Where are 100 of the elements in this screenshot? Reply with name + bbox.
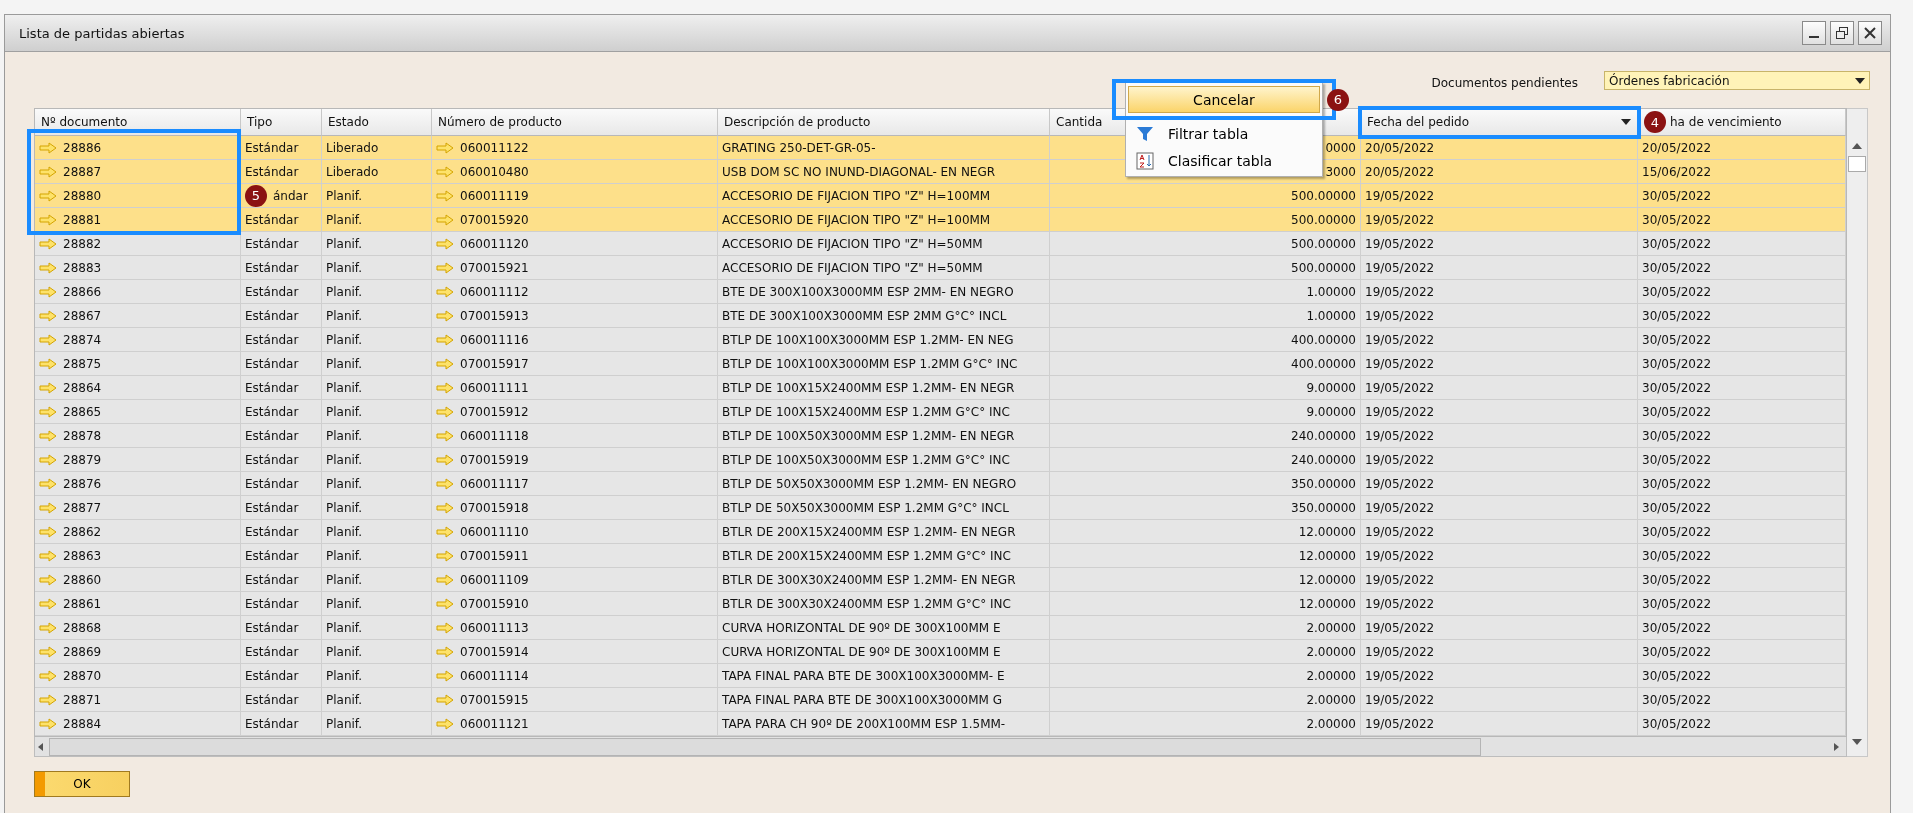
table-row[interactable]: 28884 Estándar Planif. 060011121 TAPA PARA CH 90º DE 200X100MM ESP 1.5MM- 2.00000 19/05/2022 30/05/2022 (35, 712, 1846, 736)
arrow-icon[interactable] (436, 477, 454, 490)
column-header[interactable]: Tipo (241, 109, 322, 136)
restore-button[interactable] (1830, 21, 1854, 45)
document-type-dropdown[interactable]: Órdenes fabricación (1604, 71, 1870, 90)
table-row[interactable]: 28871 Estándar Planif. 070015915 TAPA FINAL PARA BTE DE 300X100X3000MM G 2.00000 19/05/2022 30/05/2022 (35, 688, 1846, 712)
arrow-icon[interactable] (39, 285, 57, 298)
arrow-icon[interactable] (39, 213, 57, 226)
close-button[interactable] (1858, 21, 1882, 45)
field-label: Documentos pendientes (1431, 76, 1578, 90)
table-cell: 060011121 (432, 712, 718, 736)
arrow-icon[interactable] (436, 405, 454, 418)
arrow-icon[interactable] (436, 669, 454, 682)
arrow-icon[interactable] (436, 573, 454, 586)
table-row[interactable]: 28882 Estándar Planif. 060011120 ACCESORIO DE FIJACION TIPO "Z" H=50MM 500.00000 19/05/2022 30/05/2022 (35, 232, 1846, 256)
arrow-icon[interactable] (39, 357, 57, 370)
table-row[interactable]: 28877 Estándar Planif. 070015918 BTLP DE 50X50X3000MM ESP 1.2MM G°C° INCL 350.00000 19/05/2022 30/05/2022 (35, 496, 1846, 520)
arrow-icon[interactable] (39, 501, 57, 514)
arrow-icon[interactable] (39, 429, 57, 442)
table-cell: 30/05/2022 (1638, 712, 1846, 736)
scroll-thumb[interactable] (1848, 156, 1866, 172)
arrow-icon[interactable] (39, 141, 57, 154)
arrow-icon[interactable] (39, 525, 57, 538)
arrow-icon[interactable] (436, 285, 454, 298)
table-cell: 28884 (35, 712, 241, 736)
arrow-icon[interactable] (39, 717, 57, 730)
arrow-icon[interactable] (39, 645, 57, 658)
table-row[interactable]: 28863 Estándar Planif. 070015911 BTLR DE 200X15X2400MM ESP 1.2MM G°C° INC 12.00000 19/05/2022 30/05/2022 (35, 544, 1846, 568)
table-cell: Planif. (322, 712, 432, 736)
restore-icon (1835, 26, 1849, 40)
arrow-icon[interactable] (436, 381, 454, 394)
arrow-icon[interactable] (39, 237, 57, 250)
table-row[interactable]: 28868 Estándar Planif. 060011113 CURVA HORIZONTAL DE 90º DE 300X100MM E 2.00000 19/05/2022 30/05/2022 (35, 616, 1846, 640)
arrow-icon[interactable] (39, 165, 57, 178)
table-row[interactable]: 28867 Estándar Planif. 070015913 BTE DE 300X100X3000MM ESP 2MM G°C° INCL 1.00000 19/05/2022 30/05/2022 (35, 304, 1846, 328)
arrow-icon[interactable] (436, 213, 454, 226)
filter-icon (1136, 124, 1154, 143)
table-cell: Estándar (241, 712, 322, 736)
minimize-button[interactable] (1802, 21, 1826, 45)
ok-button[interactable]: OK (34, 771, 130, 797)
column-header[interactable]: Fecha del pedido (1361, 109, 1638, 136)
arrow-icon[interactable] (39, 309, 57, 322)
caret-icon[interactable] (1621, 119, 1631, 125)
arrow-icon[interactable] (436, 621, 454, 634)
table-row[interactable]: 28865 Estándar Planif. 070015912 BTLP DE 100X15X2400MM ESP 1.2MM G°C° INC 9.00000 19/05/2022 30/05/2022 (35, 400, 1846, 424)
arrow-icon[interactable] (436, 525, 454, 538)
table-row[interactable]: 28870 Estándar Planif. 060011114 TAPA FINAL PARA BTE DE 300X100X3000MM- E 2.00000 19/05/2022 30/05/2022 (35, 664, 1846, 688)
table-cell: 19/05/2022 (1361, 712, 1638, 736)
arrow-icon[interactable] (436, 693, 454, 706)
arrow-icon[interactable] (39, 189, 57, 202)
arrow-icon[interactable] (436, 165, 454, 178)
arrow-icon[interactable] (39, 405, 57, 418)
table-row[interactable]: 28874 Estándar Planif. 060011116 BTLP DE 100X100X3000MM ESP 1.2MM- EN NEG 400.00000 19/05/2022 30/05/2022 (35, 328, 1846, 352)
arrow-icon[interactable] (39, 477, 57, 490)
arrow-icon[interactable] (436, 597, 454, 610)
table-cell: TAPA PARA CH 90º DE 200X100MM ESP 1.5MM- (718, 712, 1050, 736)
arrow-icon[interactable] (39, 453, 57, 466)
arrow-icon[interactable] (436, 237, 454, 250)
close-icon (1863, 26, 1877, 40)
table-row[interactable]: 28866 Estándar Planif. 060011112 BTE DE 300X100X3000MM ESP 2MM- EN NEGRO 1.00000 19/05/2022 30/05/2022 (35, 280, 1846, 304)
table-row[interactable]: 28875 Estándar Planif. 070015917 BTLP DE 100X100X3000MM ESP 1.2MM G°C° INC 400.00000 19/05/2022 30/05/2022 (35, 352, 1846, 376)
column-header[interactable]: Descripción de producto (718, 109, 1050, 136)
column-header[interactable]: 4 ha de vencimiento (1638, 109, 1846, 136)
column-header[interactable]: Número de producto (432, 109, 718, 136)
vertical-scrollbar[interactable] (1847, 108, 1868, 757)
minimize-icon (1809, 36, 1819, 38)
table-row[interactable]: 28861 Estándar Planif. 070015910 BTLR DE 300X30X2400MM ESP 1.2MM G°C° INC 12.00000 19/05/2022 30/05/2022 (35, 592, 1846, 616)
table-row[interactable]: 28878 Estándar Planif. 060011118 BTLP DE 100X50X3000MM ESP 1.2MM- EN NEGR 240.00000 19/05/2022 30/05/2022 (35, 424, 1846, 448)
arrow-icon[interactable] (39, 693, 57, 706)
arrow-icon[interactable] (39, 261, 57, 274)
arrow-icon[interactable] (436, 501, 454, 514)
arrow-icon[interactable] (436, 333, 454, 346)
arrow-icon[interactable] (436, 189, 454, 202)
table-row[interactable]: 28869 Estándar Planif. 070015914 CURVA HORIZONTAL DE 90º DE 300X100MM E 2.00000 19/05/2022 30/05/2022 (35, 640, 1846, 664)
arrow-icon[interactable] (39, 573, 57, 586)
arrow-icon[interactable] (436, 429, 454, 442)
arrow-icon[interactable] (436, 309, 454, 322)
arrow-icon[interactable] (436, 549, 454, 562)
arrow-icon[interactable] (436, 453, 454, 466)
arrow-icon[interactable] (39, 333, 57, 346)
arrow-icon[interactable] (436, 717, 454, 730)
arrow-icon[interactable] (436, 645, 454, 658)
arrow-icon[interactable] (39, 621, 57, 634)
table-row[interactable]: 28864 Estándar Planif. 060011111 BTLP DE 100X15X2400MM ESP 1.2MM- EN NEGR 9.00000 19/05/2022 30/05/2022 (35, 376, 1846, 400)
column-header[interactable]: Estado (322, 109, 432, 136)
table-row[interactable]: 28881 Estándar Planif. 070015920 ACCESORIO DE FIJACION TIPO "Z" H=100MM 500.00000 19/05/2022 30/05/2022 (35, 208, 1846, 232)
table-row[interactable]: 28876 Estándar Planif. 060011117 BTLP DE 50X50X3000MM ESP 1.2MM- EN NEGRO 350.00000 19/05/2022 30/05/2022 (35, 472, 1846, 496)
arrow-icon[interactable] (39, 549, 57, 562)
table-row[interactable]: 28883 Estándar Planif. 070015921 ACCESORIO DE FIJACION TIPO "Z" H=50MM 500.00000 19/05/2022 30/05/2022 (35, 256, 1846, 280)
arrow-icon[interactable] (436, 261, 454, 274)
arrow-icon[interactable] (436, 357, 454, 370)
arrow-icon[interactable] (39, 669, 57, 682)
table-row[interactable]: 28862 Estándar Planif. 060011110 BTLR DE 200X15X2400MM ESP 1.2MM- EN NEGR 12.00000 19/05/2022 30/05/2022 (35, 520, 1846, 544)
arrow-icon[interactable] (39, 597, 57, 610)
table-row[interactable]: 28879 Estándar Planif. 070015919 BTLP DE 100X50X3000MM ESP 1.2MM G°C° INC 240.00000 19/05/2022 30/05/2022 (35, 448, 1846, 472)
horizontal-scrollbar[interactable] (34, 737, 1847, 757)
arrow-icon[interactable] (436, 141, 454, 154)
arrow-icon[interactable] (39, 381, 57, 394)
table-row[interactable]: 28880 5 ándar Planif. 060011119 ACCESORIO DE FIJACION TIPO "Z" H=100MM 500.00000 19/05/2022 30/05/2022 (35, 184, 1846, 208)
table-row[interactable]: 28860 Estándar Planif. 060011109 BTLR DE 300X30X2400MM ESP 1.2MM- EN NEGR 12.00000 19/05/2022 30/05/2022 (35, 568, 1846, 592)
